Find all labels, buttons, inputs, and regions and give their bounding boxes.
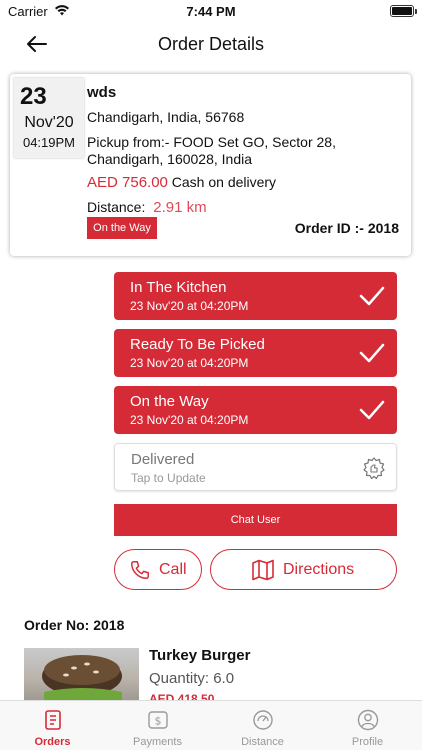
- profile-icon: [357, 709, 379, 731]
- step-time: 23 Nov'20 at 04:20PM: [130, 356, 249, 370]
- tab-distance[interactable]: Distance: [210, 701, 315, 750]
- status-badge: On the Way: [87, 217, 157, 239]
- customer-address: Chandigarh, India, 56768: [87, 109, 245, 125]
- item-price: AED 418.50: [149, 692, 215, 700]
- nav-bar: Order Details: [0, 26, 422, 62]
- tab-label: Payments: [133, 736, 182, 748]
- order-month: Nov'20: [24, 114, 74, 131]
- step-hint: Tap to Update: [131, 471, 206, 485]
- step-in-the-kitchen: In The Kitchen 23 Nov'20 at 04:20PM: [114, 272, 397, 320]
- clock: 7:44 PM: [186, 4, 236, 19]
- order-time: 04:19PM: [22, 135, 76, 150]
- tab-payments[interactable]: $ Payments: [105, 701, 210, 750]
- svg-text:$: $: [155, 715, 162, 728]
- price-row: AED 756.00 Cash on delivery: [87, 174, 405, 191]
- gear-icon: [363, 457, 385, 480]
- order-day: 23: [20, 83, 47, 110]
- checkmark-icon: [359, 343, 385, 363]
- step-label: On the Way: [130, 393, 209, 410]
- order-summary-card: 23 Nov'20 04:19PM wds Chandigarh, India,…: [10, 74, 411, 256]
- tab-label: Orders: [34, 736, 71, 748]
- status-bar: Carrier 7:44 PM: [0, 0, 422, 24]
- tab-label: Profile: [351, 736, 384, 748]
- order-number-heading: Order No: 2018: [24, 617, 125, 633]
- burger-image: [24, 648, 139, 700]
- customer-name: wds: [87, 84, 117, 101]
- order-price: AED 756.00: [87, 174, 168, 191]
- step-ready-to-be-picked: Ready To Be Picked 23 Nov'20 at 04:20PM: [114, 329, 397, 377]
- map-icon: [252, 559, 274, 581]
- chat-user-button[interactable]: Chat User: [114, 504, 397, 536]
- payments-icon: $: [148, 711, 168, 729]
- phone-icon: [131, 561, 149, 579]
- order-date-box: 23 Nov'20 04:19PM: [14, 78, 84, 158]
- page-title: Order Details: [157, 34, 265, 54]
- call-label: Call: [159, 561, 187, 578]
- pickup-address: Pickup from:- FOOD Set GO, Sector 28, Ch…: [87, 134, 336, 167]
- directions-label: Directions: [283, 561, 355, 578]
- step-time: 23 Nov'20 at 04:20PM: [130, 299, 249, 313]
- order-info: wds Chandigarh, India, 56768 Pickup from…: [87, 84, 405, 216]
- step-delivered-button[interactable]: Delivered Tap to Update: [114, 443, 397, 491]
- order-id: Order ID :- 2018: [294, 220, 399, 236]
- step-label: Delivered: [131, 451, 195, 468]
- call-button[interactable]: Call: [114, 549, 202, 590]
- tab-profile[interactable]: Profile: [315, 701, 420, 750]
- tab-label: Distance: [241, 736, 284, 748]
- battery-icon: [390, 5, 417, 17]
- step-time: 23 Nov'20 at 04:20PM: [130, 413, 249, 427]
- checkmark-icon: [359, 400, 385, 420]
- step-label: In The Kitchen: [130, 279, 227, 296]
- orders-icon: [45, 710, 61, 730]
- checkmark-icon: [359, 286, 385, 306]
- distance-row: Distance: 2.91 km: [87, 199, 405, 216]
- tab-bar: Orders $ Payments Distance Profile: [0, 700, 422, 750]
- step-label: Ready To Be Picked: [130, 336, 265, 353]
- tab-orders[interactable]: Orders: [0, 701, 105, 750]
- item-name: Turkey Burger: [149, 647, 251, 664]
- item-quantity: Quantity: 6.0: [149, 670, 235, 687]
- payment-method: Cash on delivery: [171, 174, 277, 190]
- distance-label: Distance:: [87, 199, 146, 215]
- distance-icon: [253, 710, 273, 730]
- distance-value: 2.91 km: [153, 199, 207, 216]
- directions-button[interactable]: Directions: [210, 549, 397, 590]
- step-on-the-way: On the Way 23 Nov'20 at 04:20PM: [114, 386, 397, 434]
